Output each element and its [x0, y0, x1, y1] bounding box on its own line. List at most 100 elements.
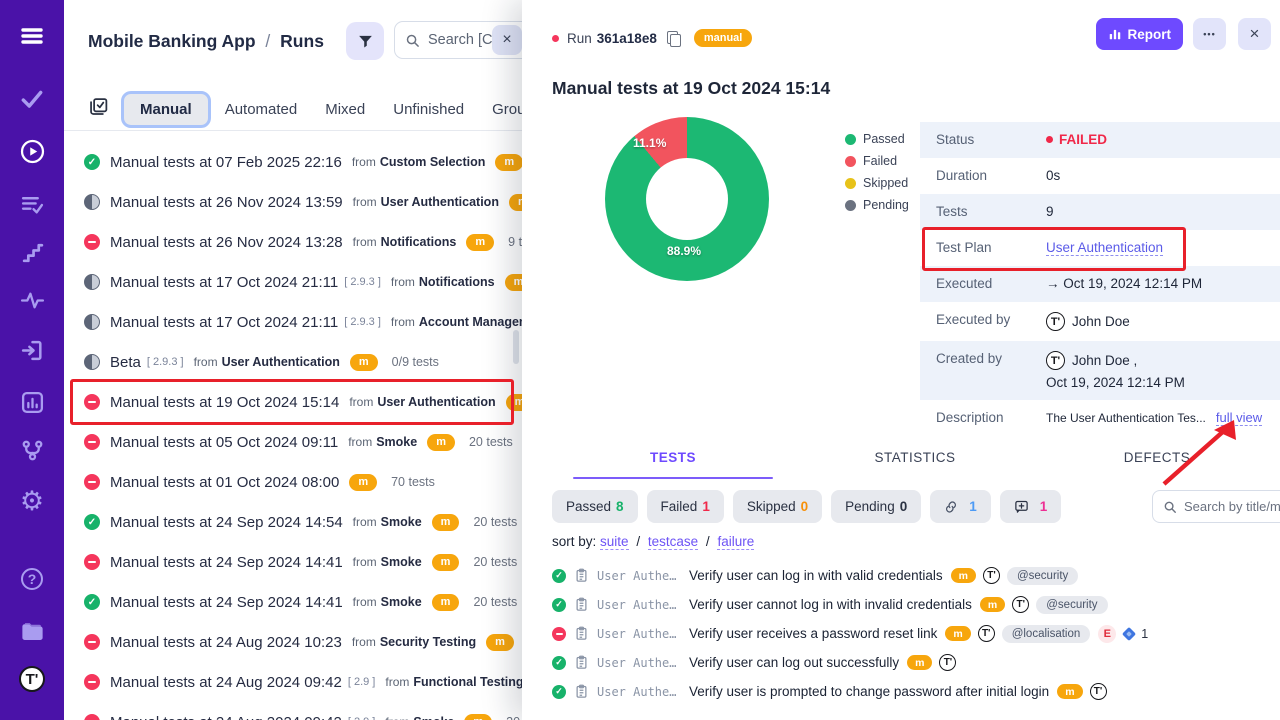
- runs-play-icon[interactable]: [0, 138, 64, 165]
- chip-comments[interactable]: 1: [1000, 490, 1062, 523]
- steps-icon[interactable]: [0, 240, 64, 265]
- projects-folder-icon[interactable]: [0, 618, 64, 645]
- tab-statistics[interactable]: STATISTICS: [794, 450, 1036, 479]
- run-count: 70 tests: [391, 475, 435, 489]
- test-row[interactable]: User Authe… Verify user is prompted to c…: [552, 677, 1280, 706]
- full-view-link[interactable]: full view: [1216, 410, 1262, 426]
- run-title: Manual tests at 07 Feb 2025 22:16: [110, 154, 342, 171]
- report-button[interactable]: Report: [1096, 18, 1184, 50]
- passed-status-icon: [552, 569, 566, 583]
- settings-gear-icon[interactable]: ⚙: [0, 488, 64, 515]
- run-list-item[interactable]: Manual tests at 24 Aug 2024 09:42 [ 2.9 …: [64, 702, 522, 720]
- analytics-icon[interactable]: [0, 390, 64, 415]
- error-badge[interactable]: E: [1098, 625, 1116, 643]
- run-list-item[interactable]: Manual tests at 26 Nov 2024 13:28 fromNo…: [64, 222, 522, 262]
- list-scrollbar[interactable]: [513, 330, 519, 364]
- manual-badge: m: [464, 714, 492, 720]
- run-list-item[interactable]: Manual tests at 17 Oct 2024 21:11 [ 2.9.…: [64, 262, 522, 302]
- run-list-item[interactable]: Manual tests at 05 Oct 2024 09:11 fromSm…: [64, 422, 522, 462]
- field-row-executed-by: Executed by T'John Doe: [920, 302, 1280, 341]
- user-avatar-icon: T': [1090, 683, 1107, 700]
- run-title: Manual tests at 17 Oct 2024 21:11: [110, 314, 338, 331]
- field-row-duration: Duration 0s: [920, 158, 1280, 194]
- run-source: Account Management: [419, 315, 522, 329]
- user-avatar-icon: T': [1046, 351, 1065, 370]
- bulk-select-icon[interactable]: [88, 96, 109, 122]
- run-source: Smoke: [376, 435, 417, 449]
- test-results-list: User Authe… Verify user can log in with …: [552, 561, 1280, 706]
- run-version: [ 2.9.3 ]: [344, 276, 381, 288]
- tab-unfinished[interactable]: Unfinished: [379, 101, 478, 118]
- run-list-item[interactable]: Manual tests at 24 Sep 2024 14:41 fromSm…: [64, 582, 522, 622]
- run-list-item[interactable]: Manual tests at 26 Nov 2024 13:59 fromUs…: [64, 182, 522, 222]
- divider: [64, 130, 522, 131]
- chip-pending[interactable]: Pending0: [831, 490, 921, 523]
- passed-status-icon: [552, 598, 566, 612]
- test-row[interactable]: User Authe… Verify user can log in with …: [552, 561, 1280, 590]
- branch-icon[interactable]: [0, 438, 64, 463]
- tab-manual[interactable]: Manual: [121, 91, 211, 128]
- issue-diamond-icon[interactable]: [1122, 626, 1136, 640]
- comment-plus-icon: [1014, 499, 1029, 514]
- clear-search-icon[interactable]: ×: [492, 25, 522, 55]
- passed-status-icon: [84, 154, 100, 170]
- test-plans-icon[interactable]: [0, 192, 64, 217]
- chip-passed[interactable]: Passed8: [552, 490, 638, 523]
- manual-badge: m: [466, 234, 494, 251]
- suite-name: User Authe…: [597, 685, 689, 699]
- tests-search-input[interactable]: [1184, 499, 1280, 514]
- tab-defects[interactable]: DEFECTS: [1036, 450, 1278, 479]
- search-icon: [405, 33, 420, 48]
- run-list-item[interactable]: Manual tests at 17 Oct 2024 21:11 [ 2.9.…: [64, 302, 522, 342]
- menu-icon[interactable]: [0, 24, 64, 48]
- filter-button[interactable]: 1: [346, 22, 384, 60]
- test-row[interactable]: User Authe… Verify user receives a passw…: [552, 619, 1280, 648]
- chip-linked[interactable]: 1: [930, 490, 991, 523]
- tab-groups[interactable]: Groups: [478, 101, 522, 118]
- test-plan-link[interactable]: User Authentication: [1046, 240, 1163, 256]
- run-source: Notifications: [381, 235, 457, 249]
- manual-type-badge: manual: [694, 29, 753, 47]
- import-icon[interactable]: [0, 338, 64, 363]
- more-actions-button[interactable]: •••: [1193, 18, 1226, 50]
- test-row[interactable]: User Authe… Verify user can log out succ…: [552, 648, 1280, 677]
- results-donut-chart: 11.1% 88.9%: [605, 117, 769, 281]
- sort-by-testcase-link[interactable]: testcase: [648, 534, 698, 550]
- test-tag: @security: [1007, 567, 1078, 585]
- copy-icon[interactable]: [667, 31, 680, 46]
- runs-list-panel: Mobile Banking App / Runs 1 × Manual Aut…: [64, 0, 522, 720]
- passed-status-icon: [84, 514, 100, 530]
- test-tag: @localisation: [1002, 625, 1091, 643]
- result-filter-chips: Passed8 Failed1 Skipped0 Pending0 1 1: [552, 490, 1070, 523]
- tests-search[interactable]: [1152, 490, 1280, 523]
- tab-tests[interactable]: TESTS: [552, 450, 794, 479]
- chip-failed[interactable]: Failed1: [647, 490, 724, 523]
- pulse-icon[interactable]: [0, 288, 64, 313]
- tab-mixed[interactable]: Mixed: [311, 101, 379, 118]
- run-list-item[interactable]: Manual tests at 24 Sep 2024 14:54 fromSm…: [64, 502, 522, 542]
- run-list-item-selected[interactable]: Manual tests at 19 Oct 2024 15:14 fromUs…: [64, 382, 522, 422]
- run-list-item[interactable]: Manual tests at 24 Aug 2024 09:42 [ 2.9 …: [64, 662, 522, 702]
- help-icon[interactable]: ?: [0, 568, 64, 590]
- run-source: Functional Testing: [413, 675, 522, 689]
- breadcrumb-separator: /: [260, 31, 275, 51]
- profile-avatar[interactable]: T': [0, 666, 64, 692]
- legend-dot-failed: [845, 156, 856, 167]
- manual-badge: m: [432, 554, 460, 571]
- test-title: Verify user is prompted to change passwo…: [689, 684, 1049, 699]
- run-list-item[interactable]: Manual tests at 24 Aug 2024 10:23 fromSe…: [64, 622, 522, 662]
- run-list-item[interactable]: Manual tests at 24 Sep 2024 14:41 fromSm…: [64, 542, 522, 582]
- test-row[interactable]: User Authe… Verify user cannot log in wi…: [552, 590, 1280, 619]
- run-list-item[interactable]: Manual tests at 01 Oct 2024 08:00 m 70 t…: [64, 462, 522, 502]
- close-panel-button[interactable]: ×: [1238, 18, 1271, 50]
- sort-by-suite-link[interactable]: suite: [600, 534, 629, 550]
- sort-by-failure-link[interactable]: failure: [717, 534, 754, 550]
- tab-automated[interactable]: Automated: [211, 101, 312, 118]
- breadcrumb-project[interactable]: Mobile Banking App: [88, 31, 256, 51]
- run-list-item[interactable]: Beta [ 2.9.3 ] fromUser Authentication m…: [64, 342, 522, 382]
- tests-check-icon[interactable]: [0, 86, 64, 112]
- field-row-created-by: Created by T'John Doe , Oct 19, 2024 12:…: [920, 341, 1280, 400]
- run-list-item[interactable]: Manual tests at 07 Feb 2025 22:16 fromCu…: [64, 142, 522, 182]
- chip-skipped[interactable]: Skipped0: [733, 490, 822, 523]
- manual-badge: m: [951, 568, 976, 583]
